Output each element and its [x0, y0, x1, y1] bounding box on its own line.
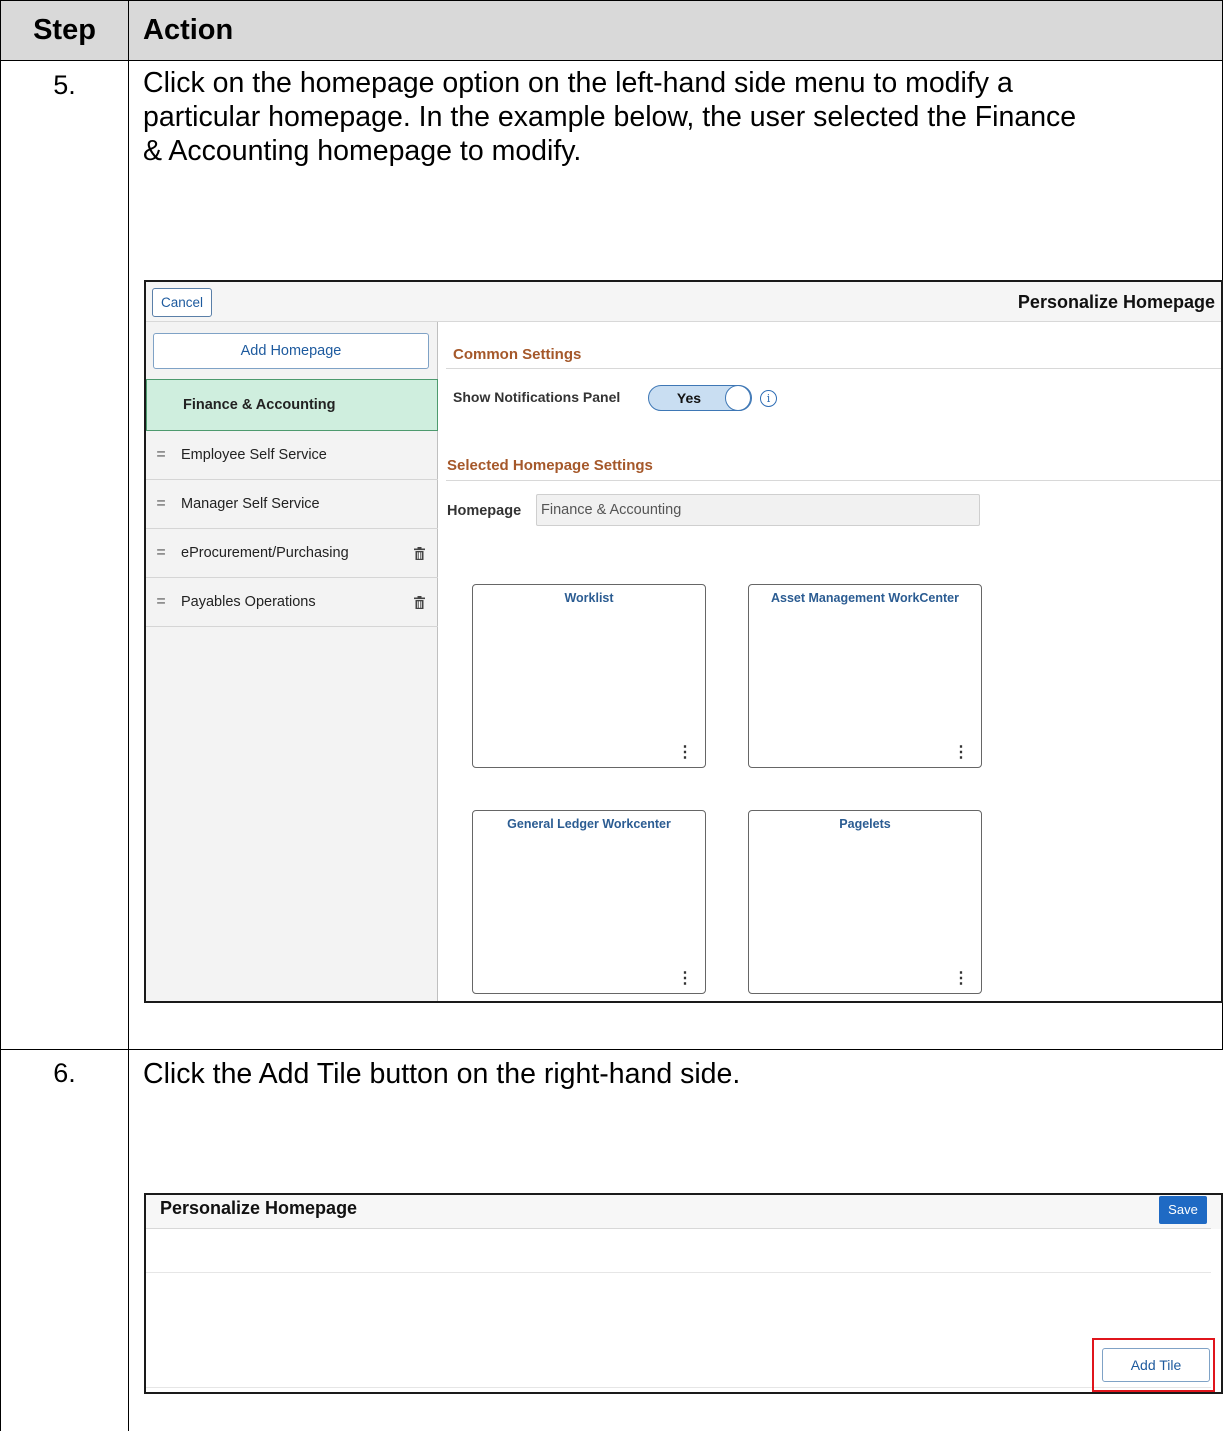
homepage-item-label: Finance & Accounting: [183, 397, 336, 413]
homepage-name-field[interactable]: Finance & Accounting: [536, 494, 980, 526]
homepage-item-label: eProcurement/Purchasing: [181, 545, 349, 561]
tile-pagelets[interactable]: Pagelets ⋮: [748, 810, 982, 994]
homepage-field-label: Homepage: [447, 503, 522, 519]
toggle-value: Yes: [676, 390, 702, 406]
table-header-divider: [0, 60, 1223, 61]
add-tile-button[interactable]: Add Tile: [1102, 1348, 1210, 1382]
page-title: Personalize Homepage: [160, 1198, 358, 1218]
tile-asset-management-workcenter[interactable]: Asset Management WorkCenter ⋮: [748, 584, 982, 768]
step-5-line-1: Click on the homepage option on the left…: [143, 67, 1013, 99]
homepage-item-finance-accounting[interactable]: Finance & Accounting: [146, 379, 438, 431]
drag-handle-icon[interactable]: =: [153, 480, 169, 528]
save-button[interactable]: Save: [1159, 1196, 1207, 1224]
divider: [146, 1387, 1211, 1388]
section-divider: [446, 480, 1221, 481]
homepage-list-panel: Add Homepage Finance & Accounting = Empl…: [146, 322, 438, 1001]
delete-icon[interactable]: [414, 529, 425, 580]
homepage-item-label: Payables Operations: [181, 594, 316, 610]
drag-handle-icon[interactable]: =: [153, 431, 169, 479]
homepage-item-eprocurement-purchasing[interactable]: = eProcurement/Purchasing: [146, 529, 438, 578]
step-5-line-2: particular homepage. In the example belo…: [143, 101, 1077, 133]
more-options-icon[interactable]: ⋮: [677, 745, 693, 761]
step-6-description: Click the Add Tile button on the right-h…: [143, 1057, 1218, 1091]
table-column-divider: [128, 0, 129, 1431]
drag-handle-icon[interactable]: =: [153, 529, 169, 577]
section-divider: [446, 368, 1221, 369]
show-notifications-label: Show Notifications Panel: [453, 389, 621, 405]
tile-title: Asset Management WorkCenter: [770, 591, 959, 605]
homepage-item-label: Employee Self Service: [181, 447, 327, 463]
step-5-line-3: & Accounting homepage to modify.: [143, 135, 582, 167]
info-icon[interactable]: i: [760, 390, 777, 407]
homepage-item-payables-operations[interactable]: = Payables Operations: [146, 578, 438, 627]
drag-handle-icon[interactable]: =: [153, 578, 169, 626]
tile-general-ledger-workcenter[interactable]: General Ledger Workcenter ⋮: [472, 810, 706, 994]
step-number-6: 6.: [53, 1058, 76, 1088]
personalize-homepage-add-tile-screenshot: Personalize Homepage Save Add Tile: [144, 1193, 1223, 1394]
table-row-divider: [0, 1049, 1223, 1050]
personalize-homepage-screenshot: Cancel Personalize Homepage Add Homepage…: [144, 280, 1223, 1003]
step-number-5: 5.: [53, 70, 76, 100]
common-settings-title: Common Settings: [453, 346, 582, 363]
divider: [146, 1272, 1211, 1273]
tile-title: General Ledger Workcenter: [507, 817, 671, 831]
more-options-icon[interactable]: ⋮: [953, 745, 969, 761]
header-step: Step: [33, 14, 96, 46]
divider: [146, 1228, 1211, 1229]
step-6-line-1: Click the Add Tile button on the right-h…: [143, 1058, 741, 1090]
homepage-item-employee-self-service[interactable]: = Employee Self Service: [146, 431, 438, 480]
delete-icon[interactable]: [414, 578, 425, 629]
page-title: Personalize Homepage: [1017, 292, 1215, 312]
selected-homepage-settings-title: Selected Homepage Settings: [447, 457, 653, 474]
top-bar: Cancel Personalize Homepage: [146, 282, 1221, 322]
more-options-icon[interactable]: ⋮: [953, 971, 969, 987]
homepage-item-label: Manager Self Service: [181, 496, 320, 512]
tile-title: Worklist: [564, 591, 614, 605]
header-action: Action: [143, 14, 234, 46]
more-options-icon[interactable]: ⋮: [677, 971, 693, 987]
step-5-description: Click on the homepage option on the left…: [143, 66, 1218, 168]
notifications-toggle[interactable]: Yes: [648, 385, 752, 411]
toggle-knob: [725, 385, 751, 411]
tile-worklist[interactable]: Worklist ⋮: [472, 584, 706, 768]
table-border-left: [0, 0, 1, 1431]
homepage-item-manager-self-service[interactable]: = Manager Self Service: [146, 480, 438, 529]
tile-title: Pagelets: [839, 817, 891, 831]
add-homepage-button[interactable]: Add Homepage: [153, 333, 429, 369]
cancel-button[interactable]: Cancel: [152, 288, 213, 317]
